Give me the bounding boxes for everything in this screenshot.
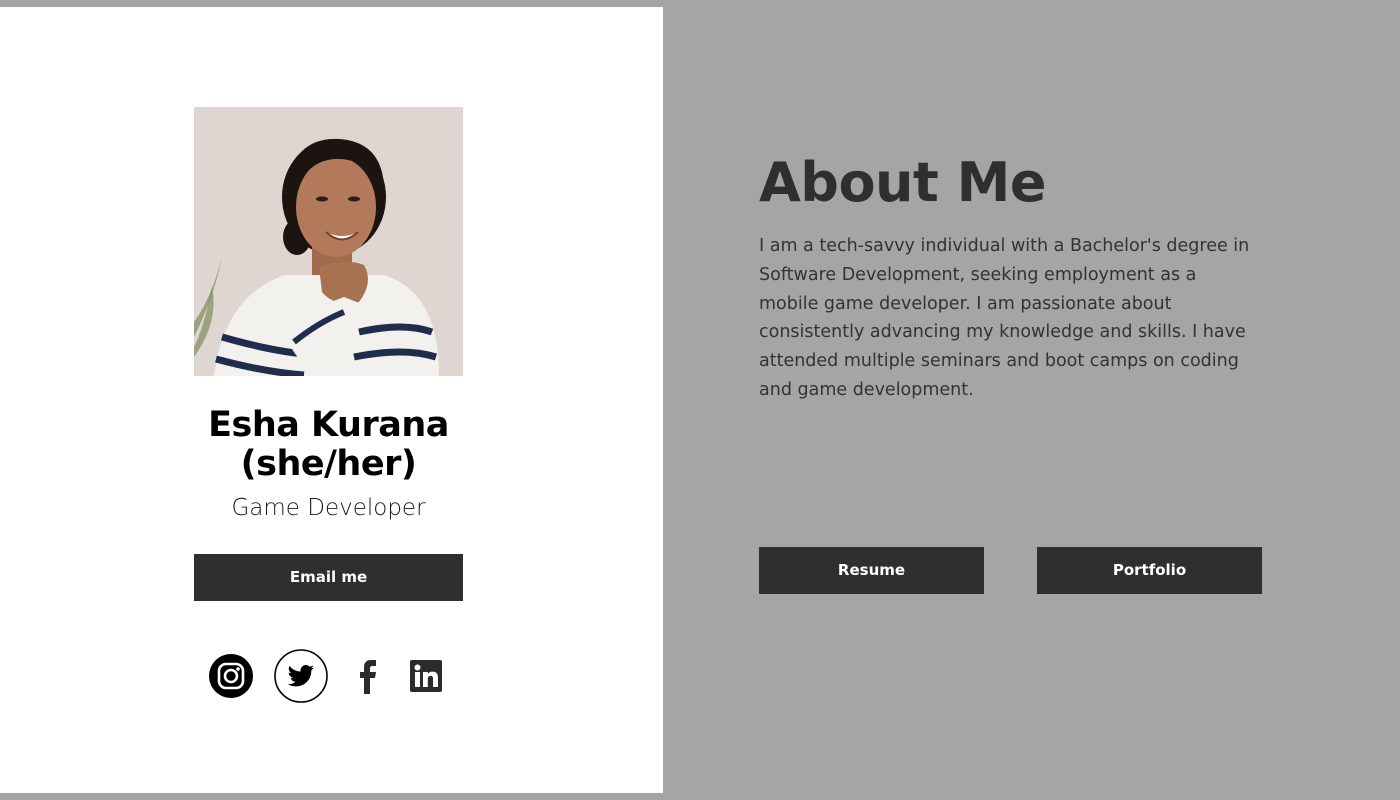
resume-button[interactable]: Resume	[759, 547, 984, 594]
about-title: About Me	[759, 151, 1046, 214]
profile-photo	[194, 107, 463, 376]
portfolio-button[interactable]: Portfolio	[1037, 547, 1262, 594]
linkedin-icon[interactable]	[410, 660, 442, 692]
profile-name: Esha Kurana (she/her)	[208, 405, 449, 484]
page: Esha Kurana (she/her) Game Developer Ema…	[0, 0, 1400, 800]
instagram-icon[interactable]	[208, 653, 254, 699]
profile-role: Game Developer	[231, 495, 426, 521]
social-links	[194, 647, 463, 707]
about-text: I am a tech-savvy individual with a Bach…	[759, 236, 1250, 400]
twitter-icon[interactable]	[274, 649, 328, 703]
facebook-icon[interactable]	[354, 660, 382, 694]
email-button[interactable]: Email me	[194, 554, 463, 601]
profile-card: Esha Kurana (she/her) Game Developer Ema…	[0, 7, 663, 793]
